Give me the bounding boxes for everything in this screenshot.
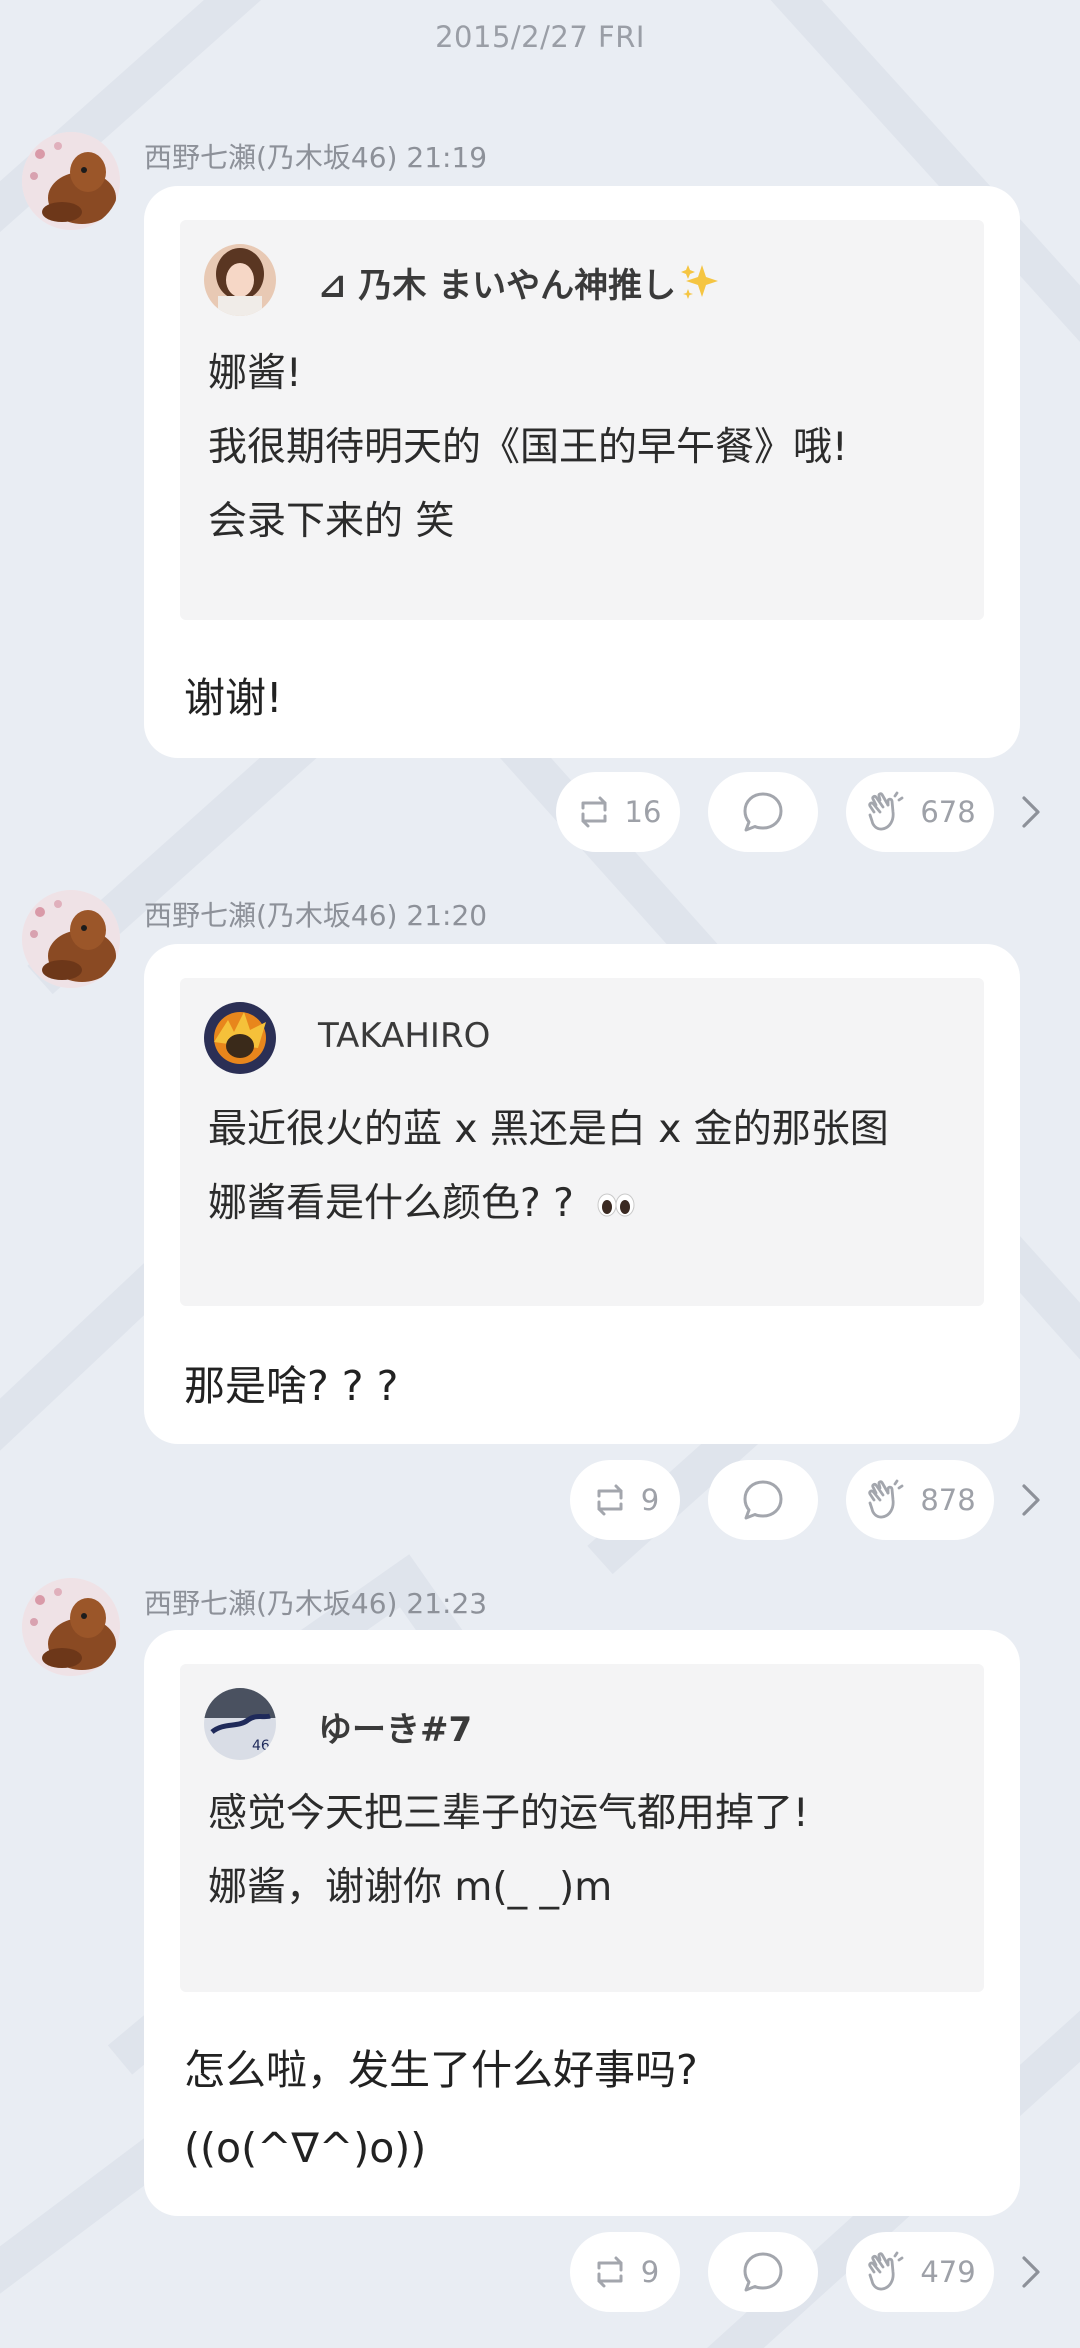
sender-name: 西野七瀬(乃木坂46) [144,141,398,174]
sender-name: 西野七瀬(乃木坂46) [144,899,398,932]
repost-icon [575,794,613,830]
repost-count: 16 [624,795,662,829]
quoted-user-name: TAKAHIRO [318,1016,491,1056]
comment-button[interactable] [708,772,818,852]
clap-count: 678 [920,795,976,829]
message-bubble: ⊿ 乃木 まいやん神推し 娜酱! 我很期待明天的《国王的早午餐》哦! 会录下来的… [144,186,1020,758]
chevron-right-icon[interactable] [1018,1480,1044,1520]
sender-line: 西野七瀬(乃木坂46) 21:20 [144,894,487,934]
quoted-text-line: 娜酱，谢谢你 m(_ _)m [208,1865,613,1910]
clap-icon [864,790,908,834]
comment-icon [741,1478,785,1522]
clap-count: 878 [920,1483,976,1517]
quoted-user-avatar[interactable] [204,1002,276,1074]
sender-line: 西野七瀬(乃木坂46) 21:23 [144,1582,487,1622]
svg-text:46: 46 [252,1738,270,1754]
repost-button[interactable]: 16 [556,772,680,852]
post-time: 21:19 [406,141,488,174]
quoted-user-name: ゆーき#7 [318,1710,473,1750]
clap-button[interactable]: 878 [846,1460,994,1540]
quoted-message: ⊿ 乃木 まいやん神推し 娜酱! 我很期待明天的《国王的早午餐》哦! 会录下来的… [180,220,984,620]
sender-avatar[interactable] [22,1578,120,1676]
clap-button[interactable]: 479 [846,2232,994,2312]
quoted-text-line: 我很期待明天的《国王的早午餐》哦! [208,425,848,470]
clap-icon [864,1478,908,1522]
repost-button[interactable]: 9 [570,1460,680,1540]
quoted-user-avatar[interactable]: 46 [204,1688,276,1760]
clap-icon [864,2250,908,2294]
sender-avatar[interactable] [22,890,120,988]
sender-avatar[interactable] [22,132,120,230]
chevron-right-icon[interactable] [1018,792,1044,832]
message-bubble: 46 ゆーき#7 感觉今天把三辈子的运气都用掉了! 娜酱，谢谢你 m(_ _)m… [144,1630,1020,2216]
comment-icon [741,2250,785,2294]
quoted-message: 46 ゆーき#7 感觉今天把三辈子的运气都用掉了! 娜酱，谢谢你 m(_ _)m [180,1664,984,1992]
repost-count: 9 [640,1483,660,1517]
quoted-user-avatar[interactable] [204,244,276,316]
reply-text: 谢谢! [184,674,283,722]
repost-icon [591,2254,629,2290]
repost-icon [591,1482,629,1518]
quoted-text-line: 娜酱看是什么颜色? ? [208,1172,636,1228]
quoted-text-line: 感觉今天把三辈子的运气都用掉了! [208,1791,809,1836]
comment-button[interactable] [708,2232,818,2312]
repost-count: 9 [640,2255,660,2289]
reply-text: 那是啥? ? ? [184,1362,399,1410]
comment-icon [741,790,785,834]
clap-count: 479 [920,2255,976,2289]
sender-name: 西野七瀬(乃木坂46) [144,1587,398,1620]
eyes-icon [596,1183,636,1228]
sparkles-icon [680,263,720,310]
repost-button[interactable]: 9 [570,2232,680,2312]
sender-line: 西野七瀬(乃木坂46) 21:19 [144,136,487,176]
reply-text: 怎么啦，发生了什么好事吗? [184,2046,698,2094]
reply-text: ((o(^∇^)o)) [184,2124,427,2172]
date-separator: 2015/2/27 FRI [435,20,645,54]
clap-button[interactable]: 678 [846,772,994,852]
chevron-right-icon[interactable] [1018,2252,1044,2292]
post-time: 21:20 [406,899,488,932]
quoted-message: TAKAHIRO 最近很火的蓝 x 黑还是白 x 金的那张图 娜酱看是什么颜色?… [180,978,984,1306]
quoted-user-name: ⊿ 乃木 まいやん神推し [318,258,720,310]
quoted-text-line: 娜酱! [208,351,302,396]
quoted-text-line: 会录下来的 笑 [208,499,455,544]
post-time: 21:23 [406,1587,488,1620]
comment-button[interactable] [708,1460,818,1540]
message-bubble: TAKAHIRO 最近很火的蓝 x 黑还是白 x 金的那张图 娜酱看是什么颜色?… [144,944,1020,1444]
quoted-text-line: 最近很火的蓝 x 黑还是白 x 金的那张图 [208,1107,889,1152]
